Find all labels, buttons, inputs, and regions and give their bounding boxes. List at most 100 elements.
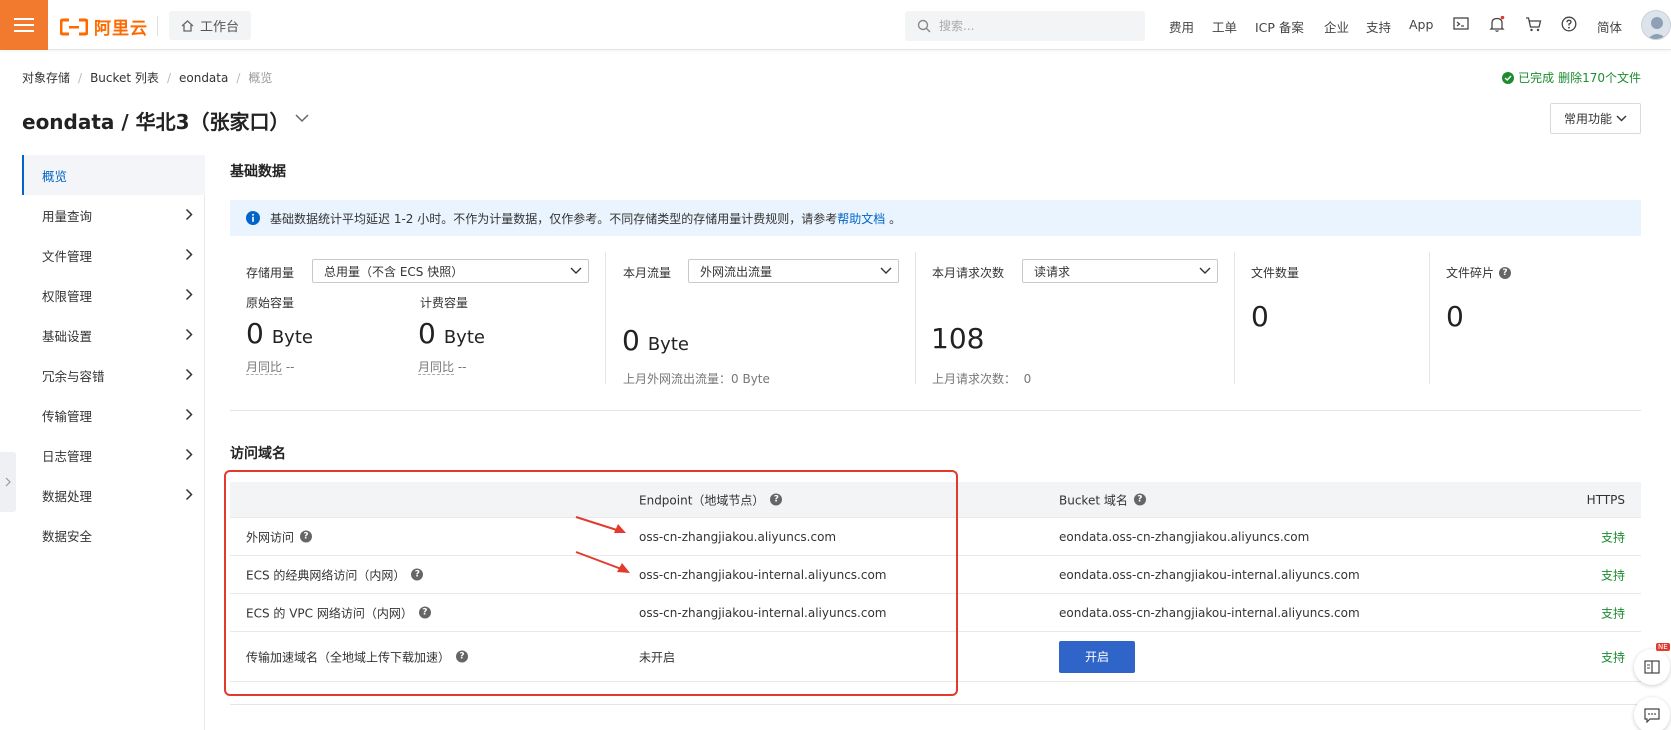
search-box[interactable] [905, 11, 1145, 41]
notification-bell-icon[interactable] [1489, 16, 1505, 33]
cart-icon[interactable] [1525, 16, 1542, 32]
search-icon [917, 19, 931, 33]
table-row: ECS 的 VPC 网络访问（内网） ? oss-cn-zhangjiakou-… [230, 594, 1641, 632]
requests-last-label: 上月请求次数： [932, 372, 1017, 386]
sidebar-item-label: 用量查询 [42, 208, 93, 224]
sidebar-item-overview[interactable]: 概览 [22, 155, 205, 195]
common-functions-label: 常用功能 [1563, 112, 1612, 126]
traffic-label: 本月流量 [623, 266, 672, 280]
nav-app[interactable]: App [1409, 17, 1433, 32]
sidebar-item-basic-settings[interactable]: 基础设置 [22, 315, 205, 355]
row-endpoint: 未开启 [639, 650, 676, 664]
raw-capacity-mom: 月同比 -- [246, 358, 295, 375]
fragments-value: 0 [1446, 300, 1464, 333]
nav-tickets[interactable]: 工单 [1212, 17, 1237, 36]
terminal-icon[interactable] [1453, 16, 1469, 31]
chevron-right-icon [185, 448, 193, 461]
fragments-label: 文件碎片 [1446, 266, 1495, 280]
row-bucket-domain[interactable]: eondata.oss-cn-zhangjiakou-internal.aliy… [1059, 568, 1360, 582]
help-icon[interactable]: ? [1133, 493, 1146, 506]
sidebar-item-files[interactable]: 文件管理 [22, 235, 205, 275]
stat-divider [605, 252, 606, 384]
requests-label: 本月请求次数 [932, 266, 1005, 280]
enable-acceleration-button[interactable]: 开启 [1059, 640, 1135, 673]
guide-float-button[interactable] [1634, 649, 1670, 685]
menu-hamburger-button[interactable] [0, 0, 48, 50]
sidebar-item-label: 概览 [42, 168, 68, 184]
help-icon[interactable]: ? [418, 606, 431, 619]
nav-enterprise[interactable]: 企业 [1324, 17, 1349, 36]
breadcrumb-current: 概览 [248, 71, 273, 85]
breadcrumb-bucket-list[interactable]: Bucket 列表 [90, 69, 159, 86]
row-bucket-domain[interactable]: eondata.oss-cn-zhangjiakou-internal.aliy… [1059, 606, 1360, 620]
row-https[interactable]: 支持 [1601, 566, 1625, 583]
common-functions-dropdown[interactable]: 常用功能 [1550, 103, 1641, 134]
sidebar-item-data-security[interactable]: 数据安全 [22, 515, 205, 555]
nav-support[interactable]: 支持 [1366, 17, 1391, 36]
breadcrumb-bucket[interactable]: eondata [179, 71, 228, 85]
sidebar-item-transfer[interactable]: 传输管理 [22, 395, 205, 435]
domains-title: 访问域名 [230, 446, 286, 462]
help-icon[interactable]: ? [300, 530, 313, 543]
section-divider [230, 704, 1641, 705]
mom-label: 月同比 [246, 360, 283, 375]
row-endpoint[interactable]: oss-cn-zhangjiakou.aliyuncs.com [639, 530, 836, 544]
raw-capacity-unit: Byte [271, 327, 313, 348]
request-type-select[interactable]: 读请求 [1022, 259, 1218, 283]
sidebar-collapse-handle[interactable] [0, 452, 16, 512]
chevron-down-icon [1199, 267, 1211, 274]
language-switch[interactable]: 简体 [1597, 17, 1622, 36]
sidebar-item-permissions[interactable]: 权限管理 [22, 275, 205, 315]
sidebar-item-usage[interactable]: 用量查询 [22, 195, 205, 235]
user-avatar[interactable] [1641, 10, 1671, 40]
traffic-value: 0 Byte [622, 324, 689, 357]
logo-text: 阿里云 [94, 19, 148, 39]
top-navigation-bar: 阿里云 工作台 费用 工单 ICP 备案 企业 支持 App 简体 [0, 0, 1671, 50]
raw-capacity-value: 0 Byte [246, 317, 313, 350]
traffic-number: 0 [622, 324, 640, 357]
endpoint-header-label: Endpoint（地域节点） [639, 493, 765, 507]
search-input[interactable] [939, 19, 1119, 33]
row-https[interactable]: 支持 [1601, 604, 1625, 621]
sidebar-item-label: 日志管理 [42, 448, 93, 464]
row-https[interactable]: 支持 [1601, 648, 1625, 665]
storage-type-select[interactable]: 总用量（不含 ECS 快照） [312, 259, 589, 283]
chevron-right-icon [185, 248, 193, 261]
chevron-down-icon [570, 267, 582, 274]
new-badge: NE [1656, 643, 1670, 651]
endpoint-header: Endpoint（地域节点） ? [639, 491, 783, 508]
home-icon [181, 19, 194, 32]
billed-capacity-unit: Byte [443, 327, 485, 348]
breadcrumb-separator: / [166, 70, 171, 85]
chevron-down-icon[interactable] [294, 113, 310, 123]
row-https[interactable]: 支持 [1601, 528, 1625, 545]
chat-icon [1644, 707, 1660, 723]
help-doc-link[interactable]: 帮助文档 [837, 212, 885, 226]
billed-capacity-value: 0 Byte [418, 317, 485, 350]
workbench-button[interactable]: 工作台 [169, 11, 252, 40]
help-icon[interactable]: ? [770, 493, 783, 506]
sidebar-item-data-processing[interactable]: 数据处理 [22, 475, 205, 515]
row-name-label: ECS 的经典网络访问（内网） [246, 568, 406, 582]
task-status[interactable]: 已完成 删除170个文件 [1502, 69, 1641, 86]
chat-float-button[interactable] [1634, 697, 1670, 730]
aliyun-logo[interactable]: 阿里云 [60, 14, 148, 39]
row-endpoint[interactable]: oss-cn-zhangjiakou-internal.aliyuncs.com [639, 568, 887, 582]
sidebar-item-logs[interactable]: 日志管理 [22, 435, 205, 475]
hamburger-icon [14, 18, 34, 32]
sidebar-item-redundancy[interactable]: 冗余与容错 [22, 355, 205, 395]
help-icon[interactable]: ? [411, 568, 424, 581]
help-icon[interactable]: ? [456, 650, 469, 663]
row-name-label: 外网访问 [246, 530, 295, 544]
nav-billing[interactable]: 费用 [1169, 17, 1194, 36]
row-endpoint[interactable]: oss-cn-zhangjiakou-internal.aliyuncs.com [639, 606, 887, 620]
breadcrumb-oss[interactable]: 对象存储 [22, 69, 70, 86]
traffic-type-select[interactable]: 外网流出流量 [688, 259, 899, 283]
chevron-right-icon [185, 288, 193, 301]
stat-divider [1234, 252, 1235, 384]
table-row: 外网访问 ? oss-cn-zhangjiakou.aliyuncs.com e… [230, 518, 1641, 556]
help-icon[interactable]: ? [1499, 266, 1512, 279]
nav-icp[interactable]: ICP 备案 [1255, 17, 1304, 36]
help-icon[interactable] [1561, 16, 1577, 32]
row-bucket-domain[interactable]: eondata.oss-cn-zhangjiakou.aliyuncs.com [1059, 530, 1309, 544]
